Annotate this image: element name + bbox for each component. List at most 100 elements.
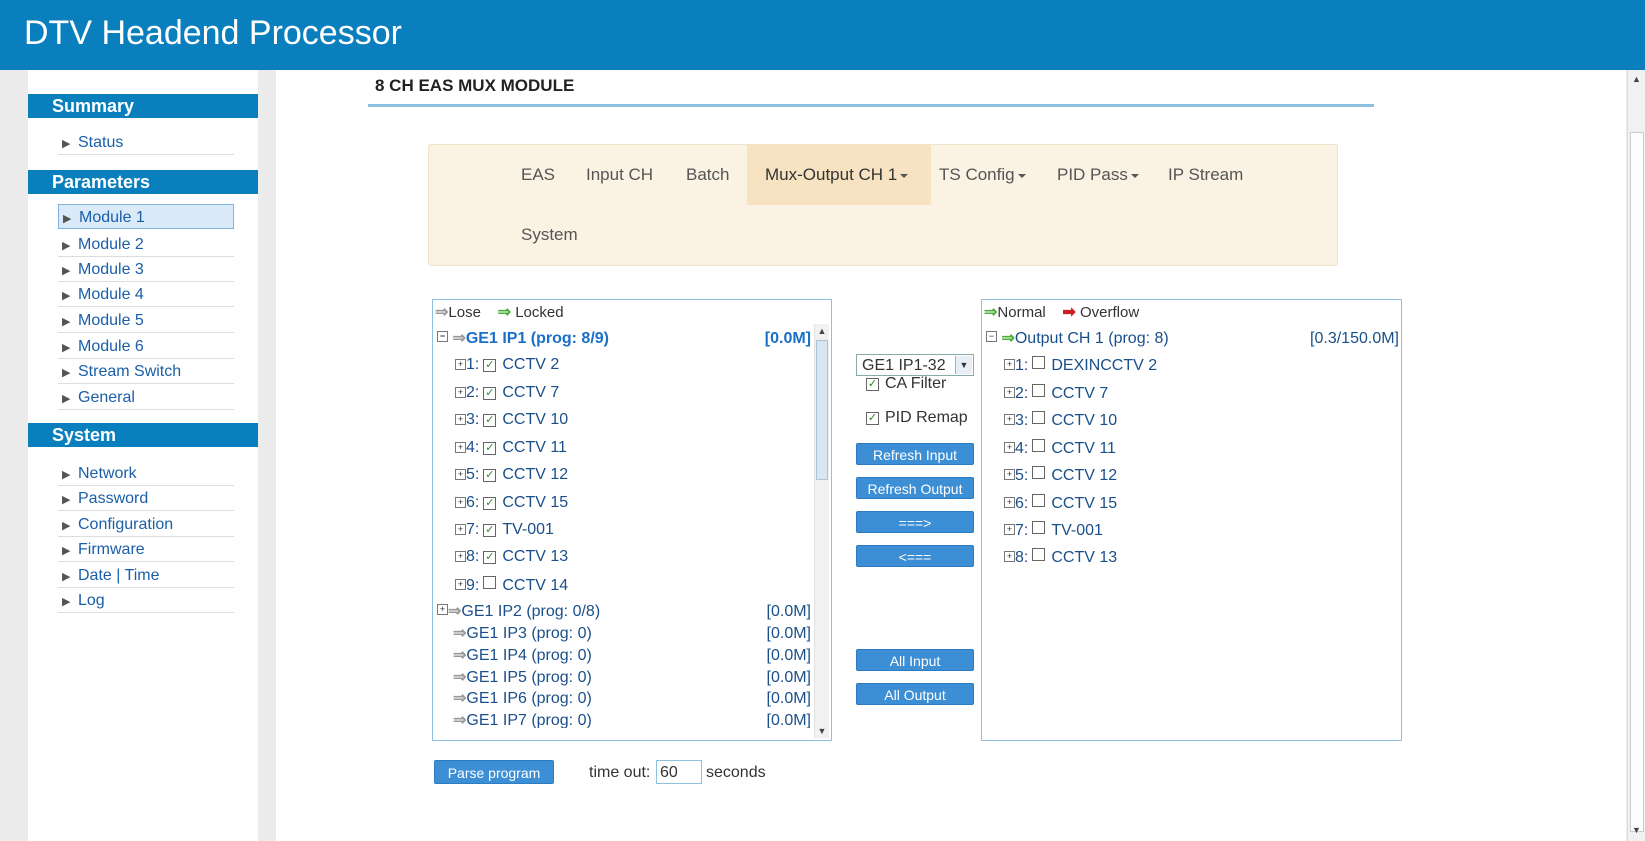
sidebar-item-stream-switch[interactable]: ▶ Stream Switch [58,359,234,384]
scrollbar-thumb[interactable] [1630,132,1644,832]
program-checkbox[interactable]: ✓ [483,551,497,564]
expand-icon[interactable]: + [455,524,466,535]
program-checkbox[interactable]: ✓ [483,524,497,537]
scroll-down-icon[interactable]: ▼ [816,724,828,738]
input-program-row[interactable]: +4: ✓ CCTV 11 [455,439,567,457]
output-group-ch1[interactable]: − ⇒Output CH 1 (prog: 8) [986,328,1169,348]
all-output-button[interactable]: All Output [856,683,974,705]
expand-icon[interactable]: + [455,497,466,508]
program-checkbox[interactable]: ✓ [483,442,497,455]
tab-eas[interactable]: EAS [503,145,573,205]
sidebar-item-general[interactable]: ▶ General [58,385,234,410]
expand-icon[interactable]: + [455,387,466,398]
sidebar-item-status[interactable]: ▶ Status [58,130,234,155]
checkbox-checked[interactable]: ✓ [866,412,879,425]
program-checkbox[interactable] [1032,521,1046,534]
sidebar-item-module-1[interactable]: ▶ Module 1 [58,204,234,229]
add-program-button[interactable]: ===> [856,511,974,533]
parse-program-button[interactable]: Parse program [434,760,554,784]
input-program-row[interactable]: +7: ✓ TV-001 [455,521,554,539]
sidebar-item-network[interactable]: ▶ Network [58,461,234,486]
refresh-input-button[interactable]: Refresh Input [856,443,974,465]
program-checkbox[interactable]: ✓ [483,469,497,482]
output-program-row[interactable]: +1: DEXINCCTV 2 [1004,356,1157,375]
refresh-output-button[interactable]: Refresh Output [856,477,974,499]
expand-icon[interactable]: + [455,414,466,425]
expand-icon[interactable]: + [455,442,466,453]
input-group-row[interactable]: ⇒GE1 IP4 (prog: 0) [453,645,592,665]
expand-icon[interactable]: + [1004,469,1015,480]
expand-icon[interactable]: + [455,579,466,590]
output-program-row[interactable]: +6: CCTV 15 [1004,494,1117,513]
sidebar-item-date-time[interactable]: ▶ Date | Time [58,563,234,588]
input-program-row[interactable]: +2: ✓ CCTV 7 [455,384,559,402]
expand-icon[interactable]: + [1004,497,1015,508]
program-checkbox[interactable] [1032,356,1046,369]
sidebar-item-module-6[interactable]: ▶ Module 6 [58,334,234,359]
input-program-row[interactable]: +8: ✓ CCTV 13 [455,548,568,566]
tab-pid-pass[interactable]: PID Pass [1039,145,1157,205]
input-group-row[interactable]: + ⇒GE1 IP2 (prog: 0/8) [437,601,600,621]
scrollbar-thumb[interactable] [816,340,828,480]
output-program-row[interactable]: +4: CCTV 11 [1004,439,1116,458]
input-program-row[interactable]: +5: ✓ CCTV 12 [455,466,568,484]
collapse-icon[interactable]: − [986,331,997,342]
expand-icon[interactable]: + [1004,359,1015,370]
timeout-input[interactable]: 60 [656,760,702,784]
sidebar-item-module-3[interactable]: ▶ Module 3 [58,257,234,282]
input-group-row[interactable]: ⇒GE1 IP5 (prog: 0) [453,667,592,687]
sidebar-item-module-4[interactable]: ▶ Module 4 [58,282,234,307]
program-checkbox[interactable] [1032,466,1046,479]
all-input-button[interactable]: All Input [856,649,974,671]
input-group-row[interactable]: ⇒GE1 IP6 (prog: 0) [453,688,592,708]
pid-remap-checkbox[interactable]: ✓ PID Remap [862,409,968,427]
expand-icon[interactable]: + [455,469,466,480]
program-checkbox[interactable]: ✓ [483,414,497,427]
ca-filter-checkbox[interactable]: ✓ CA Filter [862,375,946,393]
expand-icon[interactable]: + [1004,442,1015,453]
output-program-row[interactable]: +5: CCTV 12 [1004,466,1117,485]
program-checkbox[interactable] [1032,384,1046,397]
sidebar-item-log[interactable]: ▶ Log [58,588,234,613]
program-checkbox[interactable] [483,576,497,589]
input-program-row[interactable]: +1: ✓ CCTV 2 [455,356,559,374]
expand-icon[interactable]: + [455,551,466,562]
scroll-up-icon[interactable]: ▲ [816,324,828,338]
input-program-row[interactable]: +9: CCTV 14 [455,576,568,595]
tab-ts-config[interactable]: TS Config [921,145,1044,205]
scroll-down-icon[interactable]: ▼ [1632,825,1641,835]
expand-icon[interactable]: + [437,604,448,615]
expand-icon[interactable]: + [455,359,466,370]
scroll-up-icon[interactable]: ▲ [1632,74,1641,84]
expand-icon[interactable]: + [1004,387,1015,398]
output-program-row[interactable]: +3: CCTV 10 [1004,411,1117,430]
program-checkbox[interactable]: ✓ [483,359,497,372]
input-group-row[interactable]: ⇒GE1 IP3 (prog: 0) [453,623,592,643]
remove-program-button[interactable]: <=== [856,545,974,567]
tab-batch[interactable]: Batch [668,145,747,205]
input-program-row[interactable]: +3: ✓ CCTV 10 [455,411,568,429]
program-checkbox[interactable] [1032,411,1046,424]
tab-input-ch[interactable]: Input CH [568,145,671,205]
sidebar-item-module-5[interactable]: ▶ Module 5 [58,308,234,333]
sidebar-item-firmware[interactable]: ▶ Firmware [58,537,234,562]
sidebar-item-module-2[interactable]: ▶ Module 2 [58,232,234,257]
input-group-ge1-ip1[interactable]: − ⇒GE1 IP1 (prog: 8/9) [437,328,609,348]
tab-ip-stream[interactable]: IP Stream [1150,145,1261,205]
program-checkbox[interactable]: ✓ [483,497,497,510]
sidebar-item-password[interactable]: ▶ Password [58,486,234,511]
output-program-row[interactable]: +2: CCTV 7 [1004,384,1108,403]
program-checkbox[interactable] [1032,548,1046,561]
tree-scrollbar[interactable]: ▲ ▼ [814,324,829,738]
output-program-row[interactable]: +7: TV-001 [1004,521,1103,540]
input-group-row[interactable]: ⇒GE1 IP7 (prog: 0) [453,710,592,728]
expand-icon[interactable]: + [1004,551,1015,562]
input-source-select[interactable]: GE1 IP1-32 ▼ [856,354,974,376]
collapse-icon[interactable]: − [437,331,448,342]
program-checkbox[interactable]: ✓ [483,387,497,400]
program-checkbox[interactable] [1032,494,1046,507]
program-checkbox[interactable] [1032,439,1046,452]
page-scrollbar[interactable]: ▲ ▼ [1627,70,1645,841]
sidebar-item-configuration[interactable]: ▶ Configuration [58,512,234,537]
tab-system[interactable]: System [503,205,596,265]
